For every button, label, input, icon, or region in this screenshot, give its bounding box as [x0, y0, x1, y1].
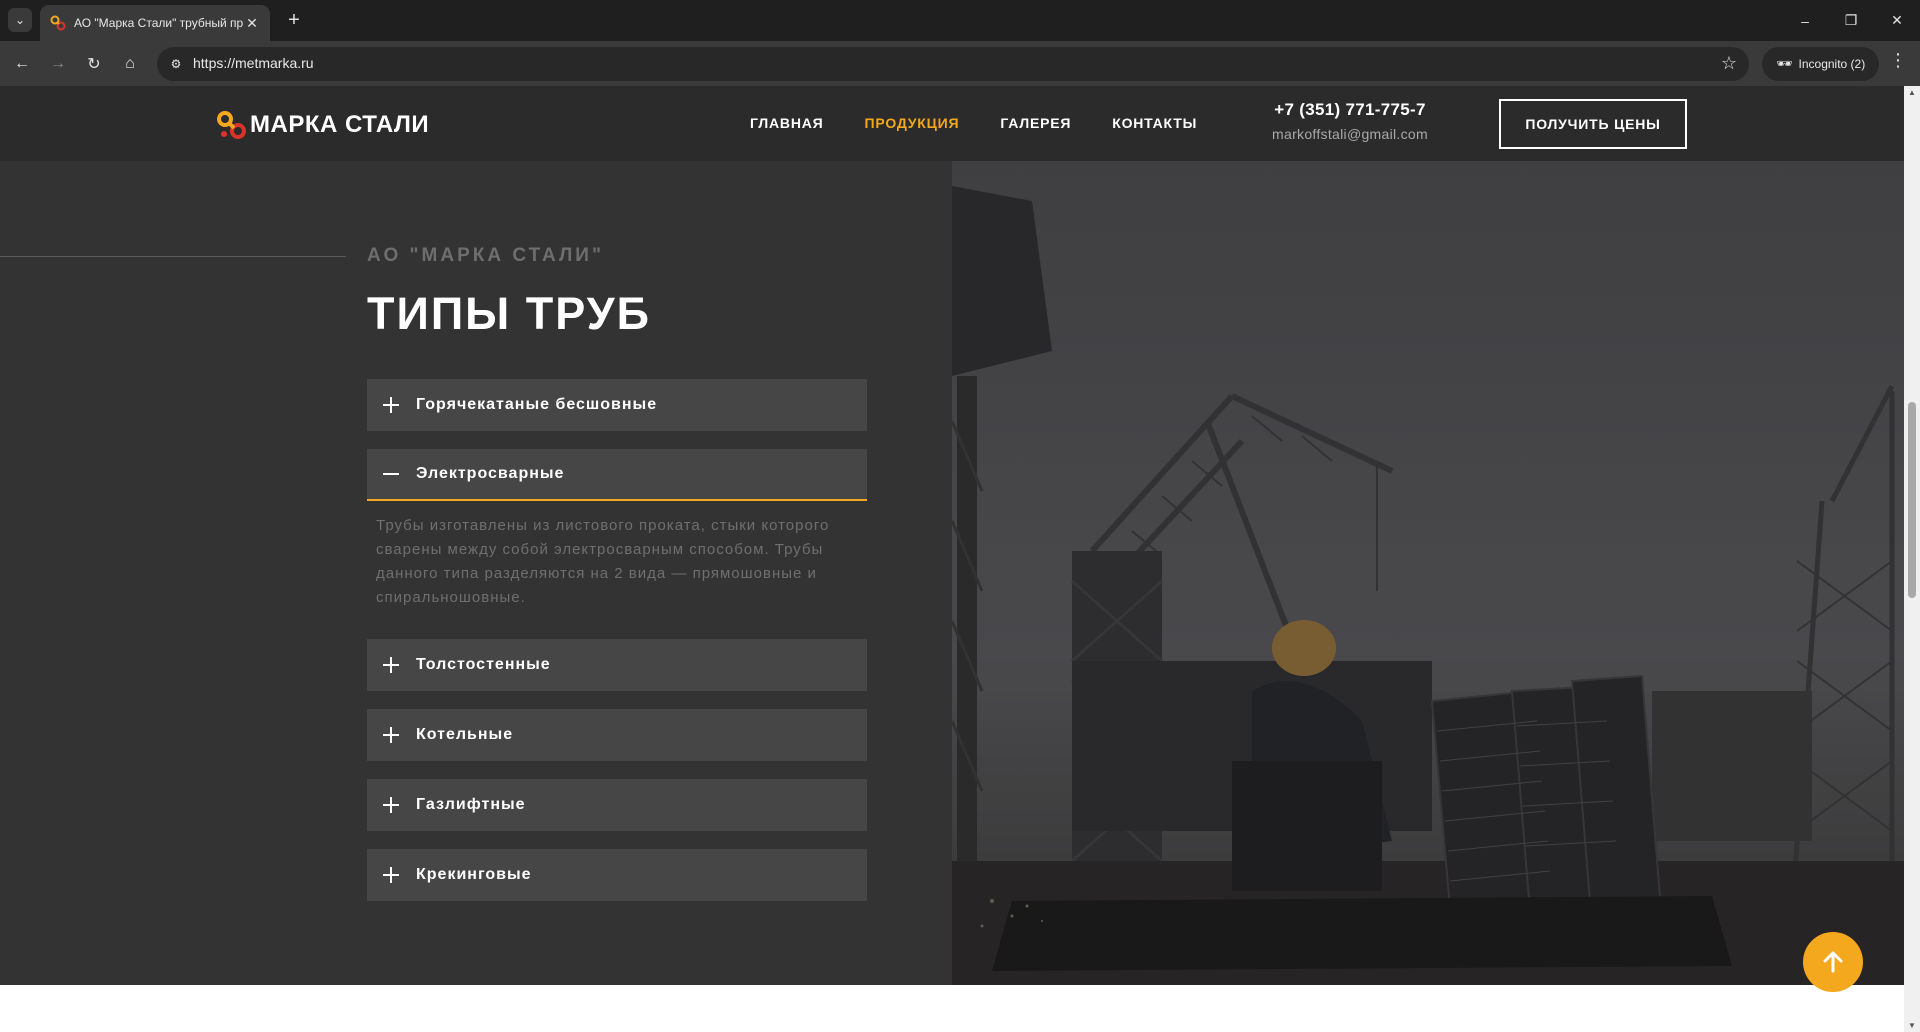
window-controls: – ❐ ✕: [1782, 0, 1920, 41]
accordion-item-gas-lift[interactable]: Газлифтные: [367, 779, 867, 831]
incognito-label: Incognito (2): [1798, 57, 1866, 71]
browser-tab-bar: ⌄ АО "Марка Стали" трубный пр ✕ + – ❐ ✕: [0, 0, 1920, 41]
plus-icon: [381, 655, 401, 675]
scroll-to-top-button[interactable]: [1803, 932, 1863, 992]
back-arrow-icon[interactable]: ←: [8, 50, 36, 78]
nav-link-contacts[interactable]: КОНТАКТЫ: [1112, 115, 1197, 131]
close-window-button[interactable]: ✕: [1874, 0, 1920, 41]
site-logo[interactable]: МАРКА СТАЛИ: [216, 109, 429, 141]
tab-search-chevron-down-icon[interactable]: ⌄: [8, 8, 32, 32]
logo-chain-icon: [217, 111, 246, 139]
nav-link-products[interactable]: ПРОДУКЦИЯ: [865, 115, 960, 131]
accordion-label: Толстостенные: [416, 656, 551, 673]
photo-illustration: [952, 161, 1904, 985]
browser-menu-icon[interactable]: ⋮: [1886, 50, 1910, 71]
browser-tab[interactable]: АО "Марка Стали" трубный пр ✕: [40, 5, 270, 41]
header-contacts: +7 (351) 771-775-7 markoffstali@gmail.co…: [1262, 100, 1438, 142]
accordion-item-thick-walled[interactable]: Толстостенные: [367, 639, 867, 691]
new-tab-plus-icon[interactable]: +: [282, 8, 306, 32]
minimize-button[interactable]: –: [1782, 0, 1828, 41]
site-info-icon[interactable]: ⚙: [167, 55, 185, 73]
accordion-item-boiler[interactable]: Котельные: [367, 709, 867, 761]
industrial-cranes-photo: [952, 161, 1904, 985]
plus-icon: [381, 865, 401, 885]
close-icon[interactable]: ✕: [244, 15, 260, 32]
main-nav: ГЛАВНАЯ ПРОДУКЦИЯ ГАЛЕРЕЯ КОНТАКТЫ: [750, 115, 1238, 131]
incognito-icon: 🕶: [1776, 56, 1793, 71]
accordion-label: Котельные: [416, 726, 514, 743]
site-header: МАРКА СТАЛИ ГЛАВНАЯ ПРОДУКЦИЯ ГАЛЕРЕЯ КО…: [0, 86, 1904, 161]
tab-title: АО "Марка Стали" трубный пр: [74, 16, 244, 30]
address-bar[interactable]: ⚙ https://metmarka.ru ☆: [157, 47, 1749, 81]
forward-arrow-icon[interactable]: →: [44, 50, 72, 78]
home-icon[interactable]: ⌂: [116, 50, 144, 78]
phone-number[interactable]: +7 (351) 771-775-7: [1262, 100, 1438, 120]
scrollbar-thumb[interactable]: [1908, 402, 1916, 598]
scroll-down-arrow-icon[interactable]: ▼: [1908, 1021, 1916, 1030]
page-scrollbar[interactable]: ▲ ▼: [1904, 86, 1920, 1032]
accordion-label: Горячекатаные бесшовные: [416, 396, 658, 413]
accordion-label: Электросварные: [416, 465, 565, 482]
email-address[interactable]: markoffstali@gmail.com: [1262, 126, 1438, 142]
scroll-up-arrow-icon[interactable]: ▲: [1908, 88, 1916, 97]
restore-button[interactable]: ❐: [1828, 0, 1874, 41]
bookmark-star-icon[interactable]: ☆: [1721, 53, 1737, 74]
url-text[interactable]: https://metmarka.ru: [193, 55, 314, 71]
browser-toolbar: ← → ↻ ⌂ ⚙ https://metmarka.ru ☆ 🕶 Incogn…: [0, 41, 1920, 86]
decorative-divider: [0, 256, 346, 257]
minus-icon: [381, 464, 401, 484]
pipe-types-section: АО "МАРКА СТАЛИ" ТИПЫ ТРУБ Горячекатаные…: [0, 161, 1904, 985]
accordion-item-cracking[interactable]: Крекинговые: [367, 849, 867, 901]
accordion-label: Крекинговые: [416, 866, 532, 883]
accordion-body-text: Трубы изготавлены из листового проката, …: [376, 517, 830, 606]
accordion-item-electric-welded[interactable]: Электросварные: [367, 449, 867, 501]
section-title: ТИПЫ ТРУБ: [367, 288, 651, 339]
plus-icon: [381, 725, 401, 745]
incognito-badge[interactable]: 🕶 Incognito (2): [1762, 47, 1880, 81]
accordion-item-hot-rolled[interactable]: Горячекатаные бесшовные: [367, 379, 867, 431]
section-subtitle: АО "МАРКА СТАЛИ": [367, 245, 604, 266]
nav-link-home[interactable]: ГЛАВНАЯ: [750, 115, 824, 131]
get-prices-button[interactable]: ПОЛУЧИТЬ ЦЕНЫ: [1499, 99, 1687, 149]
page-viewport: МАРКА СТАЛИ ГЛАВНАЯ ПРОДУКЦИЯ ГАЛЕРЕЯ КО…: [0, 86, 1920, 1032]
nav-link-gallery[interactable]: ГАЛЕРЕЯ: [1000, 115, 1071, 131]
logo-text: МАРКА СТАЛИ: [250, 111, 430, 138]
reload-icon[interactable]: ↻: [80, 50, 108, 78]
plus-icon: [381, 795, 401, 815]
plus-icon: [381, 395, 401, 415]
arrow-up-icon: [1823, 951, 1843, 973]
site-favicon-icon: [50, 15, 66, 31]
accordion-label: Газлифтные: [416, 796, 526, 813]
